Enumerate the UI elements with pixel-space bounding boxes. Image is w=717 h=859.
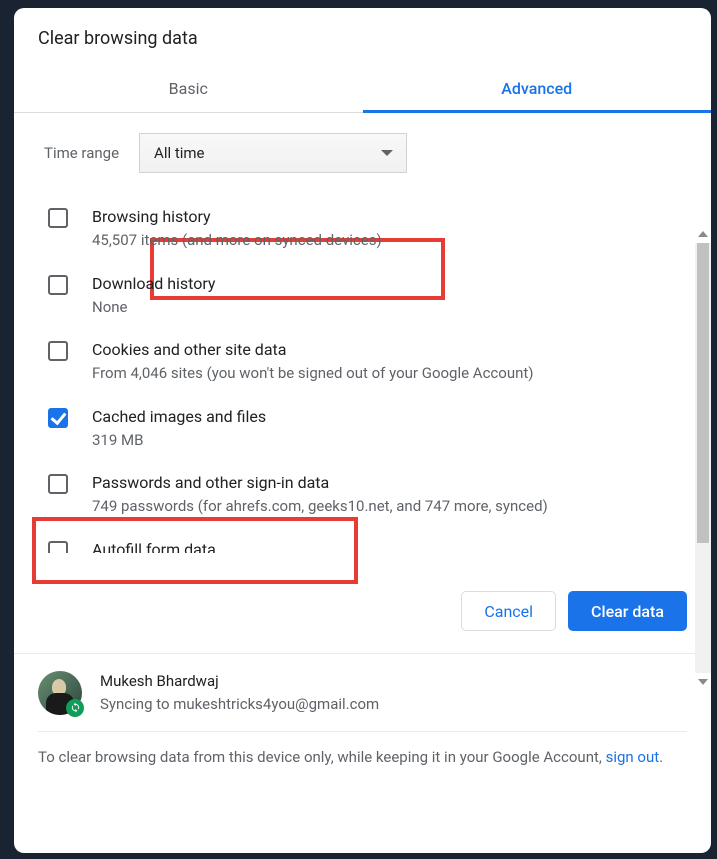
option-text: Cookies and other site data From 4,046 s… [92,338,687,385]
option-title: Passwords and other sign-in data [92,471,687,495]
time-range-value: All time [154,144,204,162]
option-desc: From 4,046 sites (you won't be signed ou… [92,362,687,385]
account-name: Mukesh Bhardwaj [100,670,379,693]
option-desc: 45,507 items (and more on synced devices… [92,229,687,252]
option-text: Autofill form data [92,538,687,554]
clear-browsing-data-dialog: Clear browsing data Basic Advanced Time … [14,8,711,853]
option-desc: 749 passwords (for ahrefs.com, geeks10.n… [92,495,687,518]
option-desc: None [92,296,687,319]
tab-basic[interactable]: Basic [14,65,363,112]
account-section: Mukesh Bhardwaj Syncing to mukeshtricks4… [14,654,711,787]
dialog-actions: Cancel Clear data [14,553,711,654]
option-text: Browsing history 45,507 items (and more … [92,205,687,252]
option-text: Passwords and other sign-in data 749 pas… [92,471,687,518]
checkbox-cached-images[interactable] [48,408,68,428]
option-title: Autofill form data [92,538,687,554]
scrollbar-thumb[interactable] [697,243,709,543]
dialog-content: Time range All time Browsing history 45,… [14,113,711,553]
checkbox-browsing-history[interactable] [48,208,68,228]
scroll-down-icon[interactable] [698,679,708,685]
time-range-label: Time range [44,144,119,162]
checkbox-passwords[interactable] [48,474,68,494]
note-text-after: . [659,748,663,766]
option-download-history[interactable]: Download history None [34,262,695,329]
checkbox-cookies[interactable] [48,341,68,361]
avatar-wrap [38,671,82,715]
option-desc: 319 MB [92,429,687,452]
sync-badge-icon [66,699,84,717]
options-scroll-area: Time range All time Browsing history 45,… [14,113,711,553]
cancel-button[interactable]: Cancel [461,591,556,631]
tab-advanced[interactable]: Advanced [363,65,712,112]
account-row: Mukesh Bhardwaj Syncing to mukeshtricks4… [38,670,687,732]
checkbox-download-history[interactable] [48,275,68,295]
chevron-down-icon [381,150,393,156]
scrollbar[interactable] [695,243,711,673]
option-text: Cached images and files 319 MB [92,405,687,452]
option-title: Browsing history [92,205,687,229]
option-passwords[interactable]: Passwords and other sign-in data 749 pas… [34,461,695,528]
account-sync-status: Syncing to mukeshtricks4you@gmail.com [100,693,379,716]
clear-data-button[interactable]: Clear data [568,591,687,631]
sign-out-note: To clear browsing data from this device … [38,732,687,777]
option-cookies[interactable]: Cookies and other site data From 4,046 s… [34,328,695,395]
checkbox-autofill[interactable] [48,541,68,554]
time-range-select[interactable]: All time [139,133,407,173]
account-info: Mukesh Bhardwaj Syncing to mukeshtricks4… [100,670,379,715]
option-title: Cached images and files [92,405,687,429]
sign-out-link[interactable]: sign out [606,748,660,766]
option-title: Cookies and other site data [92,338,687,362]
tabs: Basic Advanced [14,65,711,113]
option-cached-images[interactable]: Cached images and files 319 MB [34,395,695,462]
time-range-select-wrap: All time [139,133,407,173]
option-browsing-history[interactable]: Browsing history 45,507 items (and more … [34,195,695,262]
dialog-title: Clear browsing data [14,8,711,65]
option-autofill[interactable]: Autofill form data [34,528,695,554]
option-text: Download history None [92,272,687,319]
note-text-before: To clear browsing data from this device … [38,748,606,766]
time-range-row: Time range All time [34,113,695,195]
scroll-up-icon[interactable] [698,231,708,237]
option-title: Download history [92,272,687,296]
